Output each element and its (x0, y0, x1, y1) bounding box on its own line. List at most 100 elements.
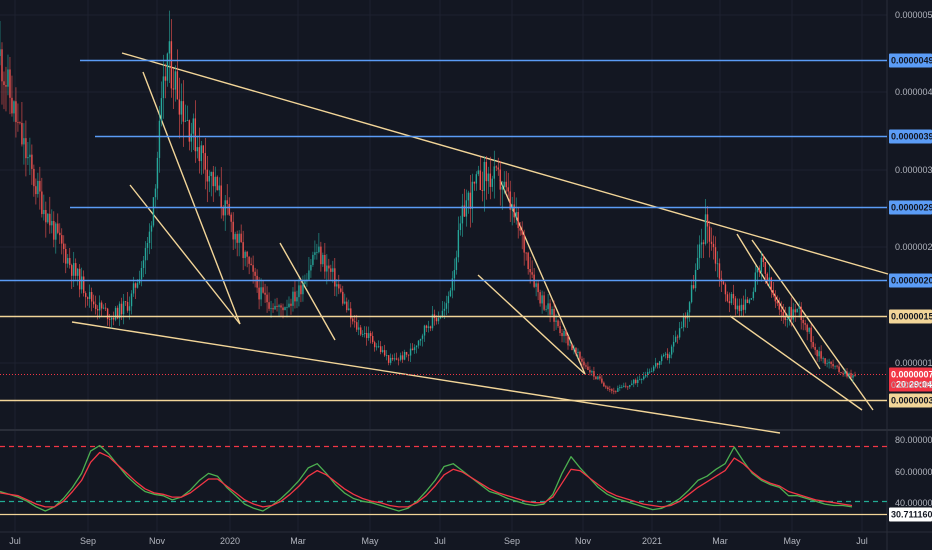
candle-body (312, 254, 314, 265)
candle-body (244, 251, 246, 259)
candle-body (409, 348, 412, 356)
candle-body (706, 214, 709, 227)
candle-body (354, 321, 356, 323)
candle-body (483, 161, 486, 191)
candle-body (226, 200, 228, 204)
candle-body (800, 306, 802, 320)
osc-tick-label: 60.00000000 (895, 467, 932, 477)
candle-body (61, 235, 63, 244)
candle-body (126, 302, 129, 311)
candle-body (23, 138, 25, 145)
candle-body (537, 283, 539, 293)
candle-body (680, 327, 683, 329)
candle-body (144, 247, 147, 261)
candle-body (718, 263, 721, 279)
candle-body (184, 120, 187, 122)
candle-body (300, 285, 302, 295)
candle-body (672, 341, 675, 347)
candle-body (595, 376, 597, 380)
candle-body (0, 49, 1, 56)
candle-body (162, 76, 165, 99)
candle-body (625, 385, 627, 387)
level-tag-label: 0.00000039 (891, 396, 932, 406)
candle-body (698, 244, 701, 258)
candle-body (256, 275, 258, 288)
candle-body (443, 308, 446, 311)
candle-body (495, 166, 497, 168)
candle-body (214, 176, 216, 187)
candle-body (796, 308, 798, 313)
candle-body (794, 309, 796, 313)
candle-body (168, 41, 171, 54)
candle-body (690, 285, 693, 303)
candle-body (75, 263, 77, 276)
candle-body (294, 291, 296, 302)
candle-body (242, 242, 244, 259)
x-tick-label: Jul (434, 536, 446, 546)
candle-body (770, 277, 772, 291)
candle-body (601, 378, 603, 383)
candle-body (37, 180, 39, 195)
candle-body (326, 265, 328, 272)
candle-body (348, 308, 350, 311)
candle-body (778, 303, 780, 310)
candle-body (441, 310, 444, 317)
candle-body (69, 258, 71, 266)
candle-body (17, 122, 19, 123)
candle-body (413, 347, 416, 351)
candle-body (252, 265, 254, 272)
candle-body (344, 301, 346, 304)
candle-body (270, 308, 272, 309)
candle-body (290, 303, 292, 306)
candle-body (818, 351, 820, 357)
candle-body (479, 170, 482, 191)
candle-body (611, 389, 613, 391)
candle-body (666, 353, 669, 359)
candle-body (375, 346, 378, 348)
candle-body (338, 284, 340, 289)
candle-body (664, 353, 667, 355)
candle-body (649, 371, 651, 373)
candle-body (202, 145, 204, 154)
candle-body (746, 299, 749, 303)
candle-body (415, 345, 418, 348)
candle-body (790, 306, 792, 320)
x-tick-label: 2020 (220, 536, 240, 546)
candle-body (551, 308, 553, 315)
candle-body (194, 118, 197, 152)
candle-body (449, 290, 452, 297)
candle-body (29, 154, 31, 158)
candle-body (539, 292, 541, 304)
candle-body (782, 311, 784, 316)
candle-body (330, 268, 332, 272)
candle-body (758, 268, 761, 273)
x-tick-label: May (361, 536, 379, 546)
candle-body (726, 294, 729, 302)
candle-body (710, 241, 713, 244)
candle-body (529, 269, 531, 273)
x-tick-label: 2021 (642, 536, 662, 546)
y-tick-label: 0.00000100 (895, 358, 932, 368)
candle-body (19, 122, 21, 124)
candle-body (575, 347, 577, 354)
candle-body (15, 101, 17, 123)
candle-body (684, 317, 687, 319)
candle-body (593, 371, 595, 377)
candle-body (81, 276, 83, 290)
candle-body (587, 366, 589, 371)
candle-body (114, 307, 117, 320)
candle-body (838, 366, 840, 373)
candle-body (836, 365, 838, 367)
candle-body (557, 320, 559, 327)
y-tick-label: 0.00000250 (895, 242, 932, 252)
candle-body (379, 346, 382, 352)
candle-body (527, 252, 529, 270)
candle-body (802, 319, 804, 324)
candle-body (752, 291, 755, 299)
candle-body (276, 305, 278, 307)
candle-body (25, 138, 27, 159)
candle-body (284, 307, 286, 311)
candle-body (700, 242, 703, 245)
candle-body (49, 213, 51, 226)
candle-body (100, 302, 103, 309)
